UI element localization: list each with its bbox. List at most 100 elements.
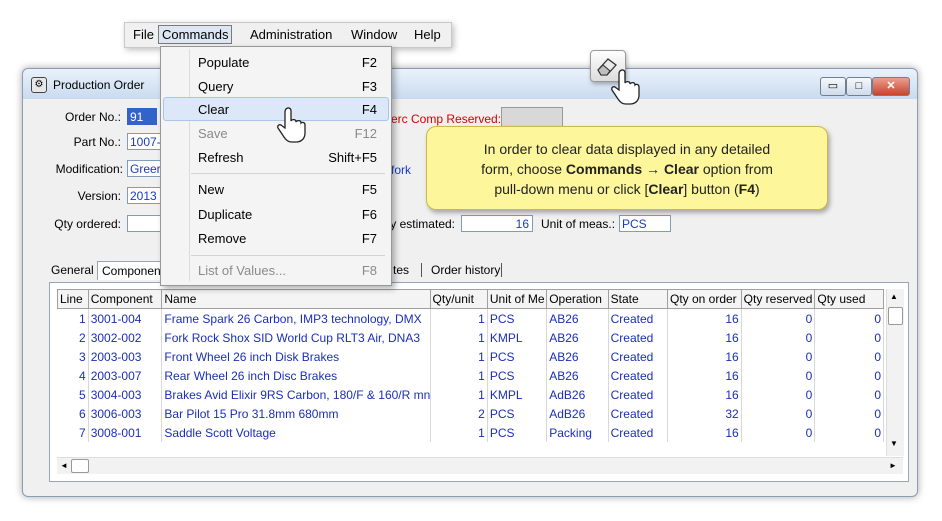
- cell-name[interactable]: Brakes Avid Elixir 9RS Carbon, 180/F & 1…: [161, 385, 431, 404]
- cell-operation[interactable]: AB26: [546, 328, 609, 347]
- menu-commands[interactable]: Commands: [158, 25, 233, 44]
- cell-qty-unit[interactable]: 1: [430, 366, 488, 385]
- menu-item-query[interactable]: Query: [198, 79, 233, 94]
- cell-qty-on-order[interactable]: 16: [667, 347, 742, 366]
- cell-name[interactable]: Fork Rock Shox SID World Cup RLT3 Air, D…: [161, 328, 431, 347]
- menu-help[interactable]: Help: [414, 27, 441, 42]
- scroll-down-icon[interactable]: ▼: [890, 439, 898, 448]
- cell-unit[interactable]: KMPL: [487, 328, 548, 347]
- cell-operation[interactable]: AdB26: [546, 404, 609, 423]
- scroll-right-icon[interactable]: ►: [889, 461, 897, 470]
- scroll-up-icon[interactable]: ▲: [890, 292, 898, 301]
- cell-qty-reserved[interactable]: 0: [741, 347, 816, 366]
- scroll-thumb[interactable]: [888, 307, 903, 325]
- menu-item-new[interactable]: New: [198, 182, 224, 197]
- modification-field[interactable]: Greer: [127, 160, 161, 177]
- column-header[interactable]: Operation: [546, 289, 609, 309]
- column-header[interactable]: State: [607, 289, 668, 309]
- vertical-scrollbar[interactable]: ▲ ▼: [886, 289, 904, 456]
- column-header[interactable]: Line: [57, 289, 89, 309]
- cell-qty-reserved[interactable]: 0: [741, 385, 816, 404]
- table-row[interactable]: 7 3008-001 Saddle Scott Voltage 1 PCS Pa…: [57, 423, 884, 442]
- menu-item-remove[interactable]: Remove: [198, 231, 246, 246]
- menu-item-clear[interactable]: Clear: [198, 102, 229, 117]
- cell-unit[interactable]: PCS: [487, 366, 548, 385]
- cell-qty-reserved[interactable]: 0: [741, 404, 816, 423]
- app-gear-icon[interactable]: ⚙: [31, 77, 47, 93]
- tab-general[interactable]: General: [47, 261, 98, 279]
- cell-qty-reserved[interactable]: 0: [741, 366, 816, 385]
- cell-component[interactable]: 3004-003: [88, 385, 163, 404]
- cell-name[interactable]: Bar Pilot 15 Pro 31.8mm 680mm: [161, 404, 431, 423]
- unit-of-measure-field[interactable]: PCS: [619, 215, 671, 232]
- cell-qty-on-order[interactable]: 32: [667, 404, 742, 423]
- table-row[interactable]: 4 2003-007 Rear Wheel 26 inch Disc Brake…: [57, 366, 884, 385]
- column-header[interactable]: Qty on order: [666, 289, 742, 309]
- cell-qty-used[interactable]: 0: [814, 328, 884, 347]
- cell-qty-used[interactable]: 0: [814, 366, 884, 385]
- column-header[interactable]: Qty/unit: [429, 289, 488, 309]
- close-button[interactable]: ✕: [872, 77, 910, 96]
- cell-name[interactable]: Rear Wheel 26 inch Disc Brakes: [161, 366, 431, 385]
- table-row[interactable]: 6 3006-003 Bar Pilot 15 Pro 31.8mm 680mm…: [57, 404, 884, 423]
- cell-qty-used[interactable]: 0: [814, 385, 884, 404]
- cell-line[interactable]: 1: [57, 308, 89, 328]
- cell-component[interactable]: 3008-001: [88, 423, 163, 442]
- cell-component[interactable]: 3006-003: [88, 404, 163, 423]
- scroll-left-icon[interactable]: ◄: [60, 461, 68, 470]
- cell-qty-unit[interactable]: 1: [430, 328, 488, 347]
- qty-estimated-field[interactable]: 16: [461, 215, 533, 232]
- cell-qty-on-order[interactable]: 16: [667, 385, 742, 404]
- cell-line[interactable]: 5: [57, 385, 89, 404]
- cell-component[interactable]: 2003-003: [88, 347, 163, 366]
- cell-state[interactable]: Created: [608, 328, 668, 347]
- cell-qty-used[interactable]: 0: [814, 404, 884, 423]
- menu-window[interactable]: Window: [351, 27, 397, 42]
- cell-line[interactable]: 2: [57, 328, 89, 347]
- cell-unit[interactable]: PCS: [487, 308, 548, 328]
- cell-qty-on-order[interactable]: 16: [667, 328, 742, 347]
- column-header[interactable]: Qty reserved: [740, 289, 816, 309]
- cell-qty-reserved[interactable]: 0: [741, 423, 816, 442]
- cell-line[interactable]: 4: [57, 366, 89, 385]
- cell-qty-on-order[interactable]: 16: [667, 423, 742, 442]
- scroll-thumb-horizontal[interactable]: [71, 459, 89, 473]
- cell-qty-unit[interactable]: 1: [430, 308, 488, 328]
- qty-ordered-field[interactable]: [127, 215, 161, 232]
- cell-qty-unit[interactable]: 1: [430, 423, 488, 442]
- maximize-button[interactable]: □: [846, 77, 872, 96]
- menu-item-refresh[interactable]: Refresh: [198, 150, 244, 165]
- cell-name[interactable]: Saddle Scott Voltage: [161, 423, 431, 442]
- cell-state[interactable]: Created: [608, 366, 668, 385]
- column-header[interactable]: Component: [87, 289, 163, 309]
- horizontal-scrollbar[interactable]: ◄ ►: [57, 457, 903, 474]
- table-row[interactable]: 3 2003-003 Front Wheel 26 inch Disk Brak…: [57, 347, 884, 366]
- cell-operation[interactable]: AB26: [546, 366, 609, 385]
- menu-administration[interactable]: Administration: [250, 27, 332, 42]
- cell-qty-on-order[interactable]: 16: [667, 308, 742, 328]
- menu-item-populate[interactable]: Populate: [198, 55, 249, 70]
- order-no-field[interactable]: 91: [127, 108, 157, 125]
- cell-unit[interactable]: PCS: [487, 347, 548, 366]
- column-header[interactable]: Name: [161, 289, 431, 309]
- cell-unit[interactable]: PCS: [487, 404, 548, 423]
- cell-operation[interactable]: Packing: [546, 423, 609, 442]
- cell-qty-reserved[interactable]: 0: [741, 308, 816, 328]
- tab-order-history[interactable]: Order history: [427, 261, 504, 279]
- minimize-button[interactable]: ▭: [820, 77, 846, 96]
- cell-line[interactable]: 6: [57, 404, 89, 423]
- table-row[interactable]: 2 3002-002 Fork Rock Shox SID World Cup …: [57, 328, 884, 347]
- menu-item-duplicate[interactable]: Duplicate: [198, 207, 252, 222]
- cell-name[interactable]: Front Wheel 26 inch Disk Brakes: [161, 347, 431, 366]
- cell-unit[interactable]: KMPL: [487, 385, 548, 404]
- menu-file[interactable]: File: [133, 27, 154, 42]
- column-header[interactable]: Unit of Me: [486, 289, 548, 309]
- cell-qty-used[interactable]: 0: [814, 347, 884, 366]
- part-no-field[interactable]: 1007-: [127, 133, 161, 150]
- cell-state[interactable]: Created: [608, 347, 668, 366]
- cell-line[interactable]: 3: [57, 347, 89, 366]
- cell-operation[interactable]: AB26: [546, 347, 609, 366]
- tab-notes[interactable]: tes: [389, 261, 413, 279]
- cell-state[interactable]: Created: [608, 308, 668, 328]
- cell-qty-unit[interactable]: 1: [430, 347, 488, 366]
